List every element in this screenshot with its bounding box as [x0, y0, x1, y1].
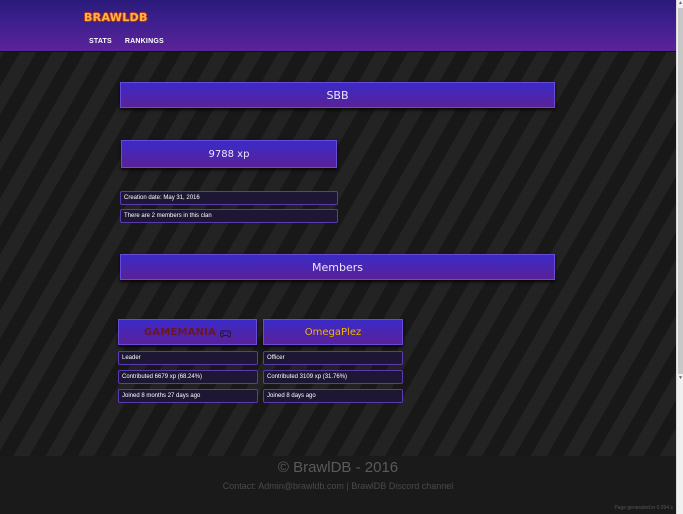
scroll-down-arrow-icon[interactable]: ▼	[677, 375, 683, 382]
main-nav: STATS RANKINGS	[89, 38, 164, 45]
page-generated-time: Page generated in 0.094 s	[614, 505, 673, 511]
footer-contact[interactable]: Contact: Admin@brawldb.com | BrawlDB Dis…	[0, 481, 676, 491]
brawldb-logo[interactable]: BRAWLDB	[84, 11, 148, 24]
clan-xp: 9788 xp	[208, 148, 250, 160]
nav-stats[interactable]: STATS	[89, 38, 112, 45]
nav-rankings[interactable]: RANKINGS	[125, 38, 164, 45]
scroll-up-arrow-icon[interactable]: ▲	[677, 0, 683, 7]
clan-creation-date: Creation date: May 31, 2016	[120, 191, 338, 205]
member-name[interactable]: GAMEMANIA	[144, 327, 216, 338]
clan-name-banner: SBB	[120, 82, 555, 108]
member-contribution: Contributed 6679 xp (68.24%)	[118, 370, 258, 384]
site-header: BRAWLDB STATS RANKINGS	[0, 0, 676, 52]
member-role: Leader	[118, 351, 258, 365]
clan-member-count: There are 2 members in this clan	[120, 209, 338, 223]
members-heading: Members	[312, 260, 363, 274]
scrollbar-thumb[interactable]	[678, 8, 683, 374]
clan-name: SBB	[326, 88, 349, 102]
member-joined: Joined 8 days ago	[263, 389, 403, 403]
vertical-scrollbar[interactable]: ▲ ▼	[676, 0, 683, 514]
clan-xp-panel: 9788 xp	[121, 140, 337, 168]
members-heading-banner: Members	[120, 254, 555, 280]
member-role: Officer	[263, 351, 403, 365]
member-joined: Joined 8 months 27 days ago	[118, 389, 258, 403]
member-name[interactable]: OmegaPlez	[305, 327, 361, 338]
gamepad-icon	[220, 323, 231, 342]
footer-copyright: © BrawlDB - 2016	[277, 459, 399, 476]
member-card-header[interactable]: GAMEMANIA	[118, 319, 257, 345]
member-card-header[interactable]: OmegaPlez	[263, 319, 403, 345]
member-contribution: Contributed 3109 xp (31.76%)	[263, 370, 403, 384]
